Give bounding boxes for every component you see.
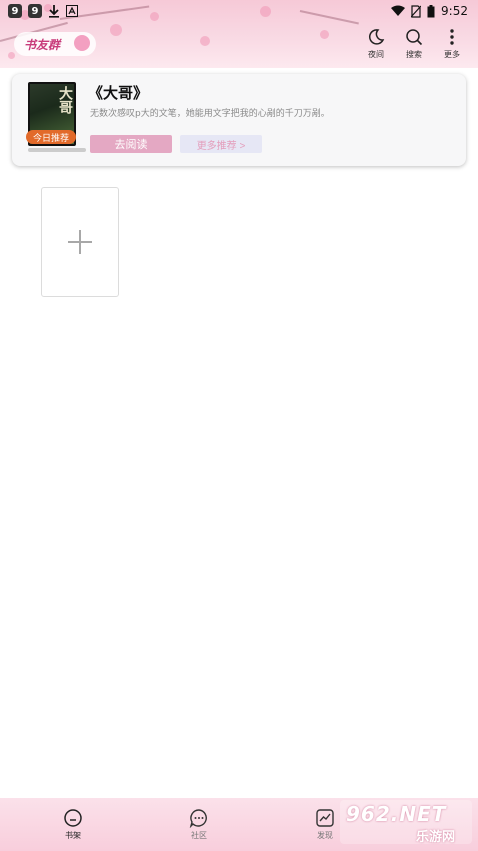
notification-badge: 9: [8, 4, 22, 18]
no-sim-icon: [411, 4, 422, 18]
bookshelf-icon: [64, 809, 82, 827]
add-book-button[interactable]: [41, 187, 119, 297]
watermark: 962.NET 乐游网: [340, 800, 472, 845]
header-actions: 夜间 搜索 更多: [366, 28, 462, 60]
night-mode-button[interactable]: 夜间: [366, 28, 386, 60]
book-title[interactable]: 《大哥》: [88, 82, 148, 103]
search-icon: [406, 29, 423, 46]
more-label: 更多: [444, 50, 460, 59]
watermark-top: 962.NET: [346, 802, 447, 826]
read-button[interactable]: 去阅读: [90, 135, 172, 153]
wifi-icon: [391, 5, 406, 16]
nav-discover-label: 发现: [317, 831, 333, 840]
search-label: 搜索: [406, 50, 422, 59]
reader-group-label: 书友群: [24, 37, 61, 52]
flower-icon: [74, 35, 90, 51]
plus-icon: [68, 230, 92, 254]
today-recommend-badge: 今日推荐: [26, 130, 76, 144]
night-mode-label: 夜间: [368, 50, 384, 59]
battery-icon: [427, 4, 435, 17]
community-icon: [189, 809, 207, 828]
nav-community[interactable]: 社区: [179, 808, 219, 841]
status-right: 9:52: [391, 4, 468, 18]
watermark-bottom: 乐游网: [416, 830, 456, 845]
status-time: 9:52: [441, 4, 468, 18]
more-button[interactable]: 更多: [442, 28, 462, 60]
cover-title: 大哥: [57, 86, 73, 114]
cover-shadow: [28, 148, 86, 152]
discover-icon: [316, 809, 334, 827]
nav-community-label: 社区: [191, 831, 207, 840]
status-bar: 9 9 9:52: [0, 0, 478, 22]
reader-group-button[interactable]: 书友群: [14, 32, 96, 56]
nav-bookshelf[interactable]: 书架: [53, 808, 93, 841]
nav-bookshelf-label: 书架: [65, 831, 81, 840]
status-left: 9 9: [8, 4, 78, 18]
recommendation-card[interactable]: 大哥 今日推荐 《大哥》 无数次感叹p大的文笔，她能用文字把我的心剐的千刀万剐。…: [12, 74, 466, 166]
nav-discover[interactable]: 发现: [305, 808, 345, 841]
book-description: 无数次感叹p大的文笔，她能用文字把我的心剐的千刀万剐。: [90, 109, 330, 119]
search-button[interactable]: 搜索: [404, 28, 424, 60]
more-recommend-button[interactable]: 更多推荐 >: [180, 135, 262, 153]
more-vertical-icon: [450, 29, 454, 45]
notification-badge: 9: [28, 4, 42, 18]
moon-icon: [368, 29, 385, 45]
top-header: 书友群 夜间 搜索 更多: [0, 24, 478, 66]
download-icon: [49, 5, 59, 18]
app-a-icon: [66, 5, 78, 17]
